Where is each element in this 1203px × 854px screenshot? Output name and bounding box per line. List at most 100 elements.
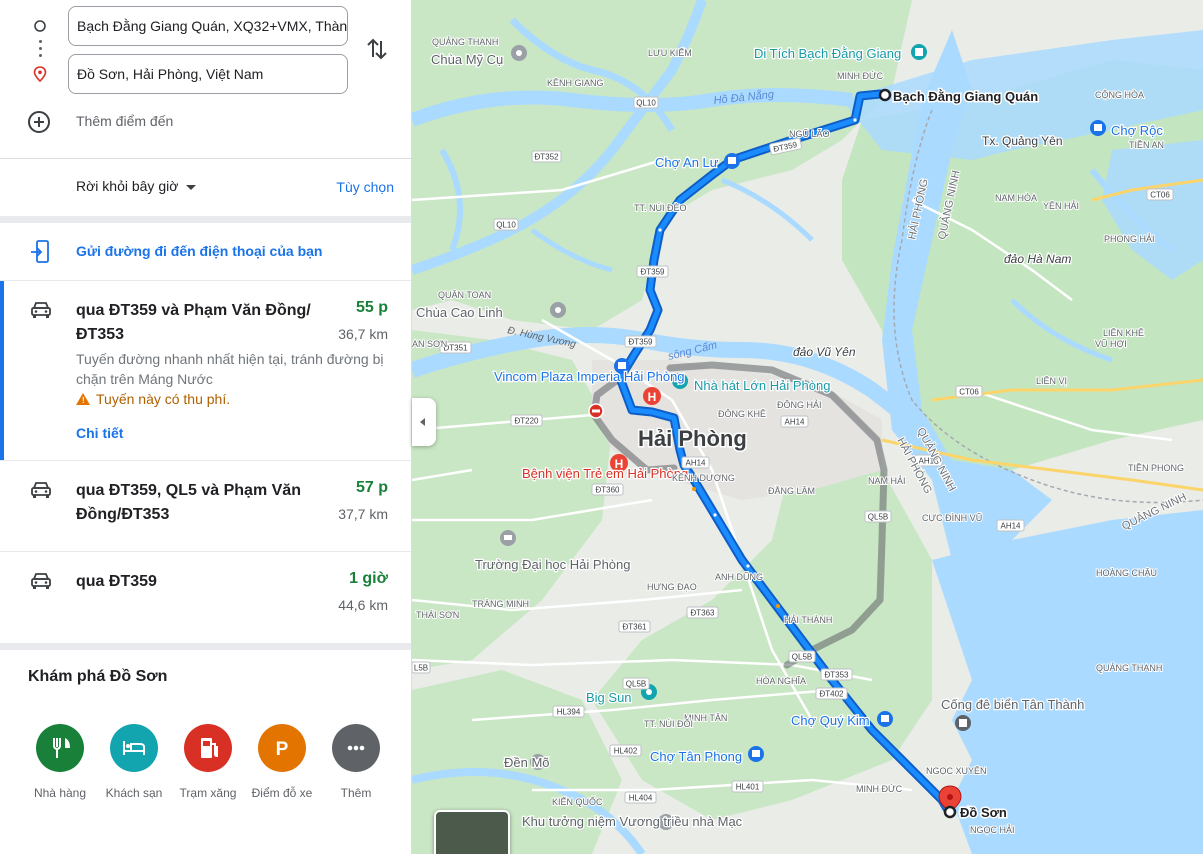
road-closed-icon[interactable]: [588, 403, 604, 419]
svg-text:KIẾN QUỐC: KIẾN QUỐC: [552, 796, 603, 807]
category-parking[interactable]: P Điểm đỗ xe: [247, 724, 317, 800]
route-options-link[interactable]: Tùy chọn: [336, 179, 394, 195]
svg-text:Cống đê biển Tân Thành: Cống đê biển Tân Thành: [941, 697, 1084, 712]
route-description: Tuyến đường nhanh nhất hiện tại, tránh đ…: [76, 351, 384, 387]
svg-text:QL10: QL10: [636, 99, 656, 108]
map-layers-toggle[interactable]: [434, 810, 510, 854]
svg-text:HL402: HL402: [614, 747, 638, 756]
send-to-phone-label: Gửi đường đi đến điện thoại của bạn: [76, 243, 323, 259]
add-destination-label: Thêm điểm đến: [76, 113, 174, 129]
car-icon: [31, 302, 51, 318]
svg-text:Chợ Rộc: Chợ Rộc: [1111, 123, 1163, 138]
svg-text:L5B: L5B: [414, 664, 428, 673]
collapse-panel-button[interactable]: [412, 398, 436, 446]
origin-circle-icon: [34, 20, 46, 32]
svg-text:ĐT402: ĐT402: [819, 690, 844, 699]
explore-title: Khám phá Đồ Sơn: [28, 668, 168, 685]
university-icon[interactable]: [500, 530, 516, 546]
svg-text:ĐT359: ĐT359: [640, 268, 665, 277]
svg-text:HL404: HL404: [629, 794, 653, 803]
add-destination-button[interactable]: Thêm điểm đến: [28, 110, 288, 134]
svg-text:TT. NÚI ĐỐI: TT. NÚI ĐỐI: [644, 718, 693, 729]
landmark-icon[interactable]: [955, 715, 971, 731]
toll-warning: ! Tuyến này có thu phí.: [76, 391, 230, 407]
svg-text:Chợ An Lư: Chợ An Lư: [655, 155, 719, 170]
svg-text:NAM HẢI: NAM HẢI: [868, 475, 906, 486]
temple-icon[interactable]: [550, 302, 566, 318]
svg-text:AN SƠN: AN SƠN: [412, 339, 447, 349]
swap-waypoints-icon[interactable]: [362, 36, 392, 62]
svg-text:Big Sun: Big Sun: [586, 690, 632, 705]
svg-text:Nhà hát Lớn Hải Phòng: Nhà hát Lớn Hải Phòng: [694, 378, 830, 393]
header-divider: [0, 158, 411, 159]
route-duration: 55 p: [355, 299, 388, 316]
hotel-icon: [110, 724, 158, 772]
svg-text:THÁI SƠN: THÁI SƠN: [416, 610, 459, 620]
route-duration: 57 p: [355, 479, 388, 496]
shop-icon[interactable]: [877, 711, 893, 727]
category-more[interactable]: Thêm: [321, 724, 391, 800]
route-name: qua ĐT359, QL5 và Phạm Văn Đồng/ĐT353: [76, 482, 301, 523]
shop-icon[interactable]: [1090, 120, 1106, 136]
category-restaurants[interactable]: Nhà hàng: [25, 724, 95, 800]
car-icon: [31, 482, 51, 498]
destination-input[interactable]: Đồ Sơn, Hải Phòng, Việt Nam: [68, 54, 348, 94]
svg-text:đảo Vũ Yên: đảo Vũ Yên: [793, 345, 856, 359]
svg-text:Chợ Tân Phong: Chợ Tân Phong: [650, 749, 742, 764]
svg-text:Đồ Sơn: Đồ Sơn: [960, 805, 1007, 820]
svg-text:Bạch Đằng Giang Quán: Bạch Đằng Giang Quán: [893, 89, 1038, 104]
send-to-phone-button[interactable]: Gửi đường đi đến điện thoại của bạn: [0, 224, 411, 280]
svg-text:NGỌC HẢI: NGỌC HẢI: [970, 824, 1015, 835]
svg-text:KÊNH DƯƠNG: KÊNH DƯƠNG: [672, 473, 735, 483]
hospital-icon[interactable]: H: [643, 387, 661, 405]
shop-icon[interactable]: [748, 746, 764, 762]
svg-text:TRÀNG MINH: TRÀNG MINH: [472, 599, 529, 609]
svg-text:QUÂN TOAN: QUÂN TOAN: [438, 290, 491, 300]
route-distance: 44,6 km: [338, 597, 388, 613]
parking-icon: P: [258, 724, 306, 772]
svg-text:LIÊN VỊ: LIÊN VỊ: [1036, 376, 1067, 386]
route-duration: 1 giờ: [349, 570, 388, 587]
route-name: qua ĐT359 và Phạm Văn Đồng/ ĐT353: [76, 302, 311, 343]
svg-text:Tx. Quảng Yên: Tx. Quảng Yên: [982, 134, 1063, 148]
section-divider: [0, 643, 411, 650]
route-name: qua ĐT359: [76, 573, 157, 590]
category-label: Thêm: [340, 786, 372, 800]
map-canvas[interactable]: H ♫ H QL10 ĐT352 ĐT359 QL10 ĐT359 ĐT359 …: [412, 0, 1203, 854]
svg-text:NGỌC XUYÊN: NGỌC XUYÊN: [926, 766, 987, 776]
svg-text:đảo Hà Nam: đảo Hà Nam: [1004, 252, 1071, 266]
svg-text:VŨ HỢI: VŨ HỢI: [1095, 339, 1127, 349]
shop-icon[interactable]: [724, 153, 740, 169]
origin-marker[interactable]: [878, 88, 892, 102]
svg-text:ĐT353: ĐT353: [824, 671, 849, 680]
route-details-link[interactable]: Chi tiết: [76, 425, 123, 441]
svg-text:CT06: CT06: [1150, 191, 1170, 200]
svg-text:H: H: [648, 390, 657, 404]
category-gas-stations[interactable]: Trạm xăng: [173, 724, 243, 800]
svg-text:KÊNH GIANG: KÊNH GIANG: [547, 78, 604, 88]
svg-text:CỰC ĐÌNH VŨ: CỰC ĐÌNH VŨ: [922, 513, 982, 523]
svg-text:QUẢNG THANH: QUẢNG THANH: [432, 36, 498, 47]
route-option-3[interactable]: qua ĐT359 1 giờ 44,6 km: [0, 552, 411, 642]
category-label: Điểm đỗ xe: [251, 786, 313, 800]
svg-text:NAM HÒA: NAM HÒA: [995, 193, 1037, 203]
map-svg[interactable]: H ♫ H QL10 ĐT352 ĐT359 QL10 ĐT359 ĐT359 …: [412, 0, 1203, 854]
svg-text:Trường Đại học Hải Phòng: Trường Đại học Hải Phòng: [475, 557, 631, 572]
landmark-icon[interactable]: [911, 44, 927, 60]
svg-text:ĐT363: ĐT363: [690, 609, 715, 618]
temple-icon[interactable]: [511, 45, 527, 61]
svg-text:AH14: AH14: [784, 418, 805, 427]
depart-time-label: Rời khỏi bây giờ: [76, 178, 179, 194]
depart-time-dropdown[interactable]: Rời khỏi bây giờ: [76, 178, 197, 194]
svg-text:Khu tưởng niệm Vương triều nhà: Khu tưởng niệm Vương triều nhà Mạc: [522, 814, 743, 829]
route-option-1[interactable]: qua ĐT359 và Phạm Văn Đồng/ ĐT353 55 p 3…: [0, 281, 411, 460]
svg-text:MINH ĐỨC: MINH ĐỨC: [856, 784, 903, 794]
origin-input[interactable]: Bạch Đằng Giang Quán, XQ32+VMX, Thành ph…: [68, 6, 348, 46]
svg-text:Vincom Plaza Imperia Hải Phòng: Vincom Plaza Imperia Hải Phòng: [494, 369, 685, 384]
category-hotels[interactable]: Khách sạn: [99, 724, 169, 800]
svg-text:HÒA NGHĨA: HÒA NGHĨA: [756, 676, 806, 686]
route-option-2[interactable]: qua ĐT359, QL5 và Phạm Văn Đồng/ĐT353 57…: [0, 461, 411, 551]
category-label: Khách sạn: [105, 786, 163, 800]
svg-text:NGŨ LÃO: NGŨ LÃO: [789, 129, 830, 139]
svg-text:AH14: AH14: [685, 459, 706, 468]
